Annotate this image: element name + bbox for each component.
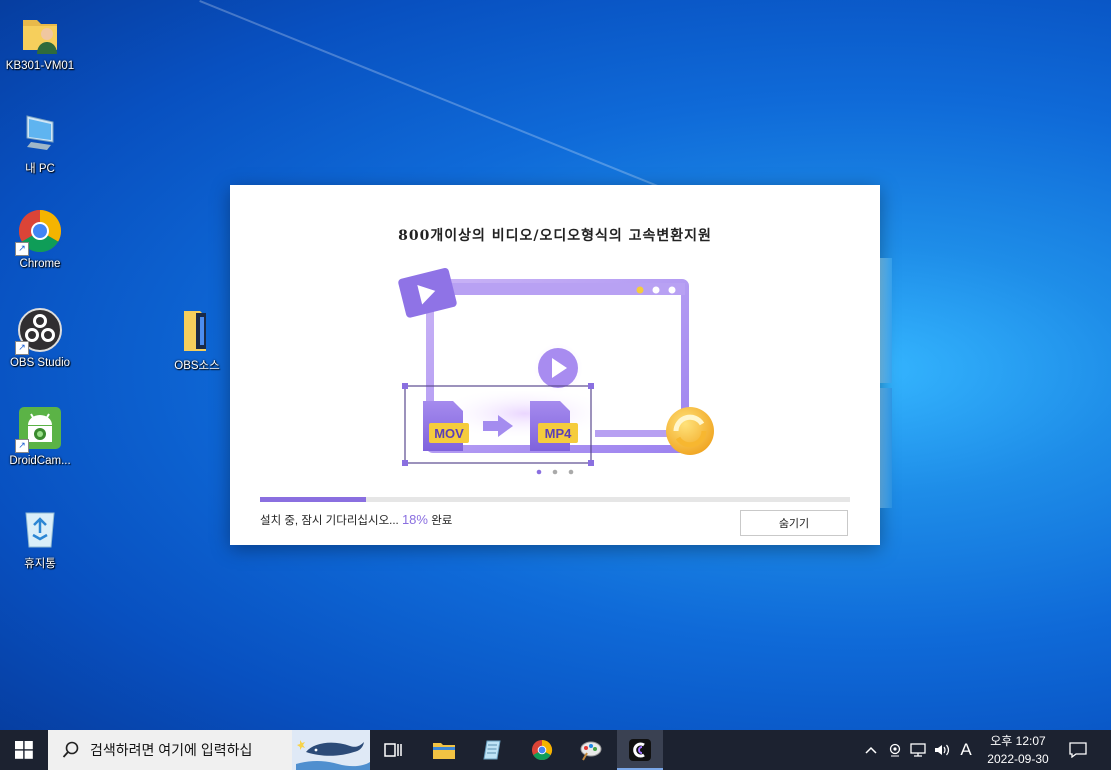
start-button[interactable] xyxy=(0,730,48,770)
window-dot xyxy=(636,286,644,294)
action-center-button[interactable] xyxy=(1062,730,1094,770)
shortcut-arrow-icon: ↗ xyxy=(15,341,29,355)
desktop-icon-label: KB301-VM01 xyxy=(5,60,75,72)
computer-icon xyxy=(17,110,63,156)
taskbar-chrome[interactable] xyxy=(521,730,563,770)
obs-icon: ↗ xyxy=(15,307,63,355)
desktop-icon-recycle-bin[interactable]: 휴지통 xyxy=(0,505,80,571)
status-percent: 18% xyxy=(401,512,428,527)
carousel-dot[interactable] xyxy=(568,469,574,475)
taskbar-paint[interactable] xyxy=(570,730,612,770)
desktop-icon-droidcam[interactable]: ↗ DroidCam... xyxy=(0,405,80,467)
window-logo-pane xyxy=(880,258,892,383)
desktop-icon-this-pc[interactable]: 내 PC xyxy=(0,110,80,176)
install-progress-fill xyxy=(260,497,367,502)
taskbar-converter-app[interactable] xyxy=(617,730,663,770)
chevron-up-icon xyxy=(865,746,877,754)
desktop-icon-kb301[interactable]: KB301-VM01 xyxy=(0,10,80,72)
tray-volume[interactable] xyxy=(930,730,954,770)
window-dot xyxy=(668,286,676,294)
notification-icon xyxy=(1069,742,1087,758)
install-progress-bar xyxy=(260,497,850,502)
chrome-icon: ↗ xyxy=(15,208,63,256)
task-view-button[interactable] xyxy=(372,730,414,770)
window-logo-pane xyxy=(880,388,892,508)
carousel-dot-active[interactable] xyxy=(536,469,542,475)
refresh-icon xyxy=(666,407,714,455)
target-format-label: MP4 xyxy=(545,426,573,441)
file-explorer-icon xyxy=(433,743,455,759)
speaker-icon xyxy=(935,744,950,756)
status-suffix: 완료 xyxy=(431,515,453,527)
search-placeholder: 검색하려면 여기에 입력하십 xyxy=(90,742,253,758)
task-view-icon xyxy=(384,743,402,757)
conversion-illustration: MOV MP4 xyxy=(390,263,740,475)
hide-button[interactable]: 숨기기 xyxy=(740,510,848,536)
tray-meet-now[interactable] xyxy=(884,730,906,770)
tray-network[interactable] xyxy=(907,730,929,770)
carousel-dot[interactable] xyxy=(552,469,558,475)
search-icon xyxy=(62,741,79,758)
notepad-icon xyxy=(483,740,501,760)
clock-time: 오후 12:07 xyxy=(990,734,1046,748)
dialog-headline: 800개이상의 비디오/오디오형식의 고속변환지원 xyxy=(398,228,712,244)
clock-date: 2022-09-30 xyxy=(987,752,1049,766)
desktop-icon-label: OBS소스 xyxy=(174,360,220,372)
user-folder-icon xyxy=(17,10,63,56)
status-prefix: 설치 중, 잠시 기다리십시오... xyxy=(260,515,399,527)
windows-logo-icon xyxy=(15,741,33,759)
desktop-icon-label: OBS Studio xyxy=(9,357,71,369)
desktop-icon-label: Chrome xyxy=(19,258,61,270)
droidcam-icon: ↗ xyxy=(15,405,63,453)
source-format-label: MOV xyxy=(434,426,464,441)
taskbar-search-box[interactable]: 검색하려면 여기에 입력하십 xyxy=(48,730,370,770)
taskbar-file-explorer[interactable] xyxy=(423,730,465,770)
paint-icon xyxy=(580,741,602,761)
recycle-bin-icon xyxy=(17,505,63,551)
webcam-icon xyxy=(889,743,901,757)
desktop-icon-obs-source[interactable]: OBS소스 xyxy=(157,307,237,373)
install-status: 설치 중, 잠시 기다리십시오... 18% 완료 xyxy=(260,512,452,528)
shortcut-arrow-icon: ↗ xyxy=(15,242,29,256)
show-hidden-icons-button[interactable] xyxy=(860,730,882,770)
taskbar: 검색하려면 여기에 입력하십 A 오후 12:07 2022-09-30 xyxy=(0,730,1111,770)
desktop-icon-label: 휴지통 xyxy=(24,558,56,570)
shortcut-arrow-icon: ↗ xyxy=(15,439,29,453)
desktop-icon-obs[interactable]: ↗ OBS Studio xyxy=(0,307,80,369)
search-highlight-whale-icon xyxy=(292,730,370,770)
desktop-icon-label: DroidCam... xyxy=(9,455,71,467)
window-dot xyxy=(652,286,660,294)
taskbar-notepad[interactable] xyxy=(472,730,514,770)
network-icon xyxy=(910,743,926,757)
desktop-icon-chrome[interactable]: ↗ Chrome xyxy=(0,208,80,270)
installer-dialog: 800개이상의 비디오/오디오형식의 고속변환지원 MOV MP4 설치 중, … xyxy=(230,185,880,545)
folder-icon xyxy=(174,307,220,353)
chrome-icon xyxy=(531,739,553,761)
converter-app-icon xyxy=(629,739,651,761)
desktop-icon-label: 내 PC xyxy=(25,163,55,175)
taskbar-clock[interactable]: 오후 12:07 2022-09-30 xyxy=(978,732,1058,768)
ime-indicator[interactable]: A xyxy=(955,730,977,770)
